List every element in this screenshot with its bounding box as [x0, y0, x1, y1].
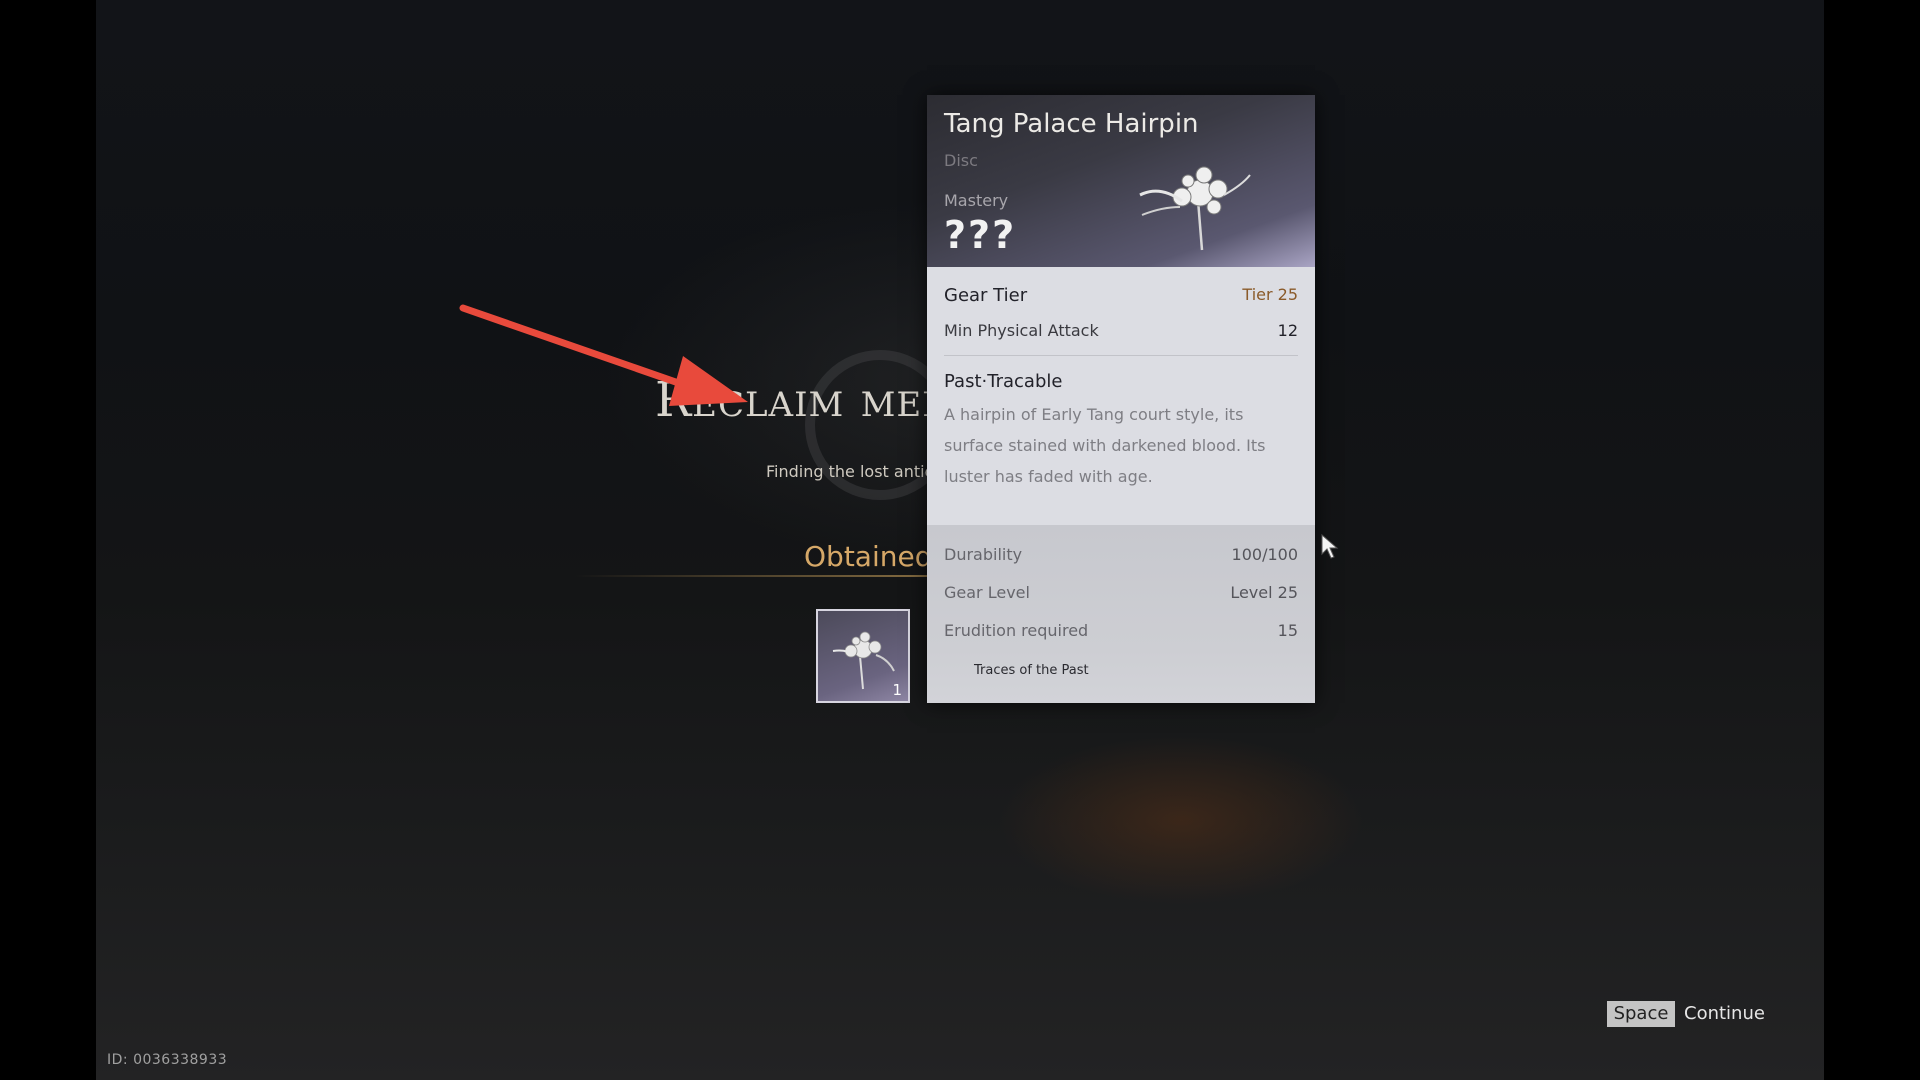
item-type: Disc: [944, 151, 978, 170]
obtained-label: Obtained: [804, 540, 933, 573]
erudition-value: 15: [1277, 621, 1298, 640]
traces-label: Traces of the Past: [974, 663, 1089, 678]
tooltip-body: Gear Tier Tier 25 Min Physical Attack 12…: [927, 267, 1315, 525]
erudition-label: Erudition required: [944, 621, 1089, 640]
space-key-hint[interactable]: Space: [1607, 1001, 1675, 1027]
player-id: ID: 0036338933: [107, 1052, 228, 1068]
min-physical-attack-label: Min Physical Attack: [944, 321, 1099, 340]
mastery-label: Mastery: [944, 191, 1009, 210]
durability-label: Durability: [944, 545, 1023, 564]
continue-button[interactable]: Continue: [1684, 1003, 1765, 1024]
item-tooltip: Tang Palace Hairpin Disc Mastery ??? Gea…: [927, 95, 1315, 703]
gear-level-value: Level 25: [1230, 583, 1298, 602]
stats-divider: [944, 355, 1298, 356]
gear-tier-value: Tier 25: [1242, 285, 1298, 304]
item-description: A hairpin of Early Tang court style, its…: [944, 405, 1266, 486]
item-slot[interactable]: 1: [816, 609, 910, 703]
item-name: Tang Palace Hairpin: [944, 109, 1199, 139]
mouse-cursor-icon: [1321, 534, 1339, 559]
min-physical-attack-value: 12: [1277, 321, 1298, 340]
hairpin-art-icon: [1139, 166, 1251, 251]
erudition-row: Erudition required 15: [944, 621, 1298, 640]
durability-row: Durability 100/100: [944, 545, 1298, 564]
min-physical-attack-row: Min Physical Attack 12: [944, 321, 1298, 340]
durability-value: 100/100: [1231, 545, 1298, 564]
gear-level-row: Gear Level Level 25: [944, 583, 1298, 602]
trait-title: Past·Tracable: [944, 371, 1063, 392]
tooltip-footer: Durability 100/100 Gear Level Level 25 E…: [927, 525, 1315, 703]
gear-tier-row: Gear Tier Tier 25: [944, 285, 1298, 306]
slot-quantity: 1: [892, 681, 902, 699]
gear-tier-label: Gear Tier: [944, 285, 1028, 306]
mastery-value: ???: [944, 213, 1017, 257]
gear-level-label: Gear Level: [944, 583, 1030, 602]
tooltip-header: Tang Palace Hairpin Disc Mastery ???: [927, 95, 1315, 267]
